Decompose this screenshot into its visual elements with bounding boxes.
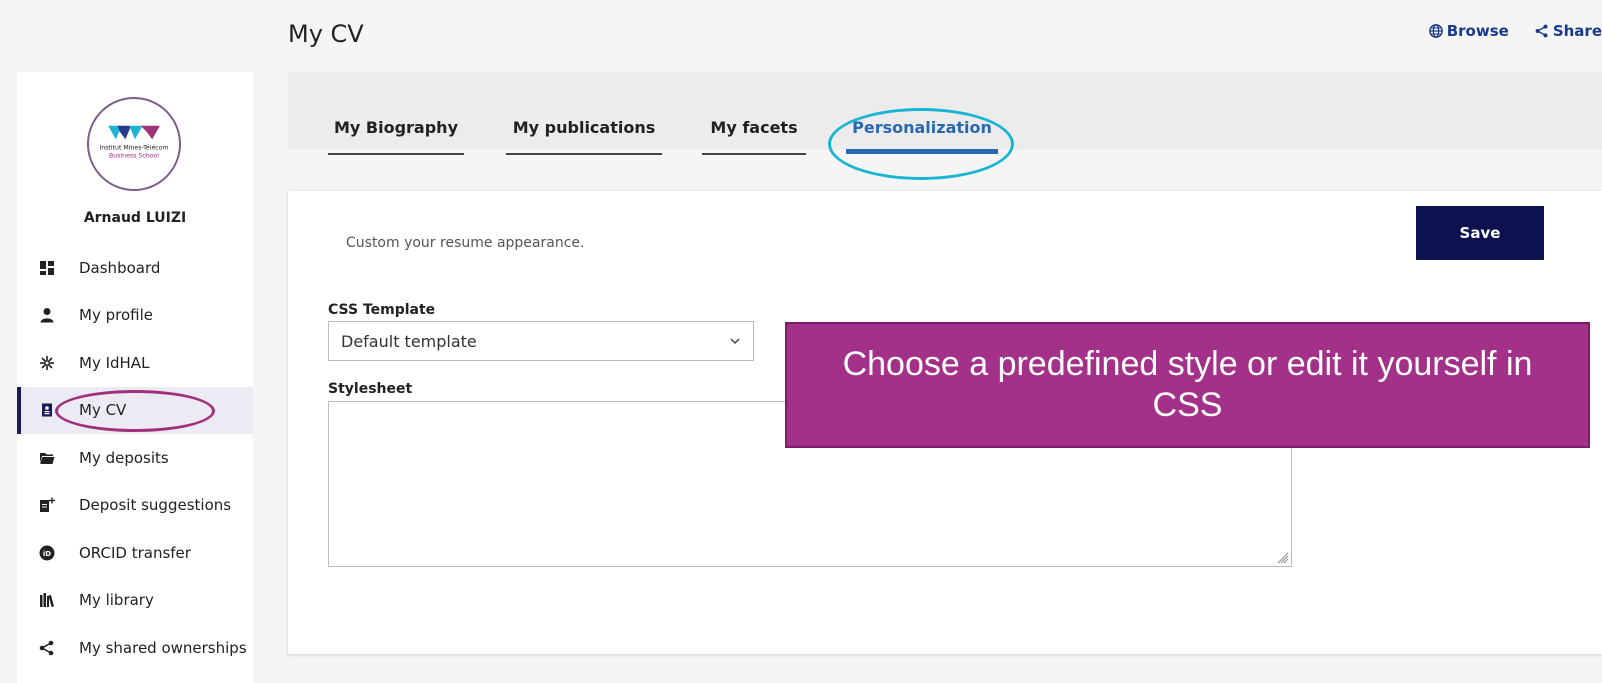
sidebar-item-label: Deposit suggestions	[79, 496, 232, 515]
sidebar-item-label: My library	[79, 591, 154, 610]
cv-icon	[39, 402, 55, 418]
tab-my-biography[interactable]: My Biography	[328, 118, 464, 155]
sidebar-item-orcid-transfer[interactable]: iD ORCID transfer	[17, 529, 253, 577]
idhal-icon	[39, 355, 55, 371]
sidebar-item-my-shared-ownerships[interactable]: My shared ownerships	[17, 624, 253, 672]
sidebar-item-dashboard[interactable]: Dashboard	[17, 244, 253, 292]
page-title: My CV	[288, 20, 364, 48]
sidebar-item-label: My shared ownerships	[79, 638, 247, 657]
user-icon	[39, 307, 55, 323]
browse-label: Browse	[1446, 22, 1509, 40]
share-icon	[39, 640, 55, 656]
sidebar-item-my-profile[interactable]: My profile	[17, 292, 253, 340]
css-template-label: CSS Template	[328, 302, 436, 318]
svg-text:iD: iD	[43, 550, 51, 558]
sidebar-item-label: My CV	[79, 401, 127, 420]
css-template-value: Default template	[341, 331, 477, 351]
save-button[interactable]: Save	[1416, 206, 1544, 260]
globe-icon	[1428, 24, 1443, 38]
top-links: Browse Share	[1428, 22, 1602, 40]
sidebar-item-label: My profile	[79, 306, 153, 325]
folder-icon	[39, 450, 55, 466]
sidebar-item-my-deposits[interactable]: My deposits	[17, 434, 253, 482]
logo-text-line2: Business School	[109, 152, 159, 159]
sidebar-item-my-library[interactable]: My library	[17, 577, 253, 625]
sidebar: Institut Mines-Télécom Business School A…	[17, 72, 253, 683]
stylesheet-label: Stylesheet	[328, 381, 413, 397]
page: My CV Browse Share Institut Mines-Téléco…	[0, 0, 1602, 683]
user-name: Arnaud LUIZI	[83, 210, 187, 226]
sidebar-item-label: ORCID transfer	[79, 543, 191, 562]
sidebar-item-my-idhal[interactable]: My IdHAL	[17, 339, 253, 387]
orcid-icon: iD	[39, 545, 55, 561]
share-link[interactable]: Share	[1535, 22, 1602, 40]
sidebar-item-my-cv[interactable]: My CV	[17, 386, 253, 434]
tab-personalization[interactable]: Personalization	[846, 118, 998, 154]
sidebar-nav: Dashboard My profile My IdHAL My CV My d…	[17, 244, 253, 672]
sidebar-item-deposit-suggestions[interactable]: Deposit suggestions	[17, 482, 253, 530]
avatar: Institut Mines-Télécom Business School	[87, 97, 181, 191]
tab-my-publications[interactable]: My publications	[506, 118, 662, 155]
css-template-select[interactable]: Default template	[328, 321, 754, 361]
sidebar-item-label: Dashboard	[79, 258, 161, 277]
tab-my-facets[interactable]: My facets	[702, 118, 806, 155]
chevron-down-icon	[730, 338, 740, 345]
sidebar-item-label: My deposits	[79, 448, 169, 467]
dashboard-icon	[39, 260, 55, 276]
file-plus-icon	[39, 497, 55, 513]
browse-link[interactable]: Browse	[1428, 22, 1509, 40]
library-icon	[39, 592, 55, 608]
sidebar-item-label: My IdHAL	[79, 353, 150, 372]
share-icon	[1535, 24, 1548, 38]
share-label: Share	[1552, 22, 1602, 40]
resize-grip-icon[interactable]	[1275, 550, 1289, 564]
logo-text-line1: Institut Mines-Télécom	[99, 144, 168, 152]
description-text: Custom your resume appearance.	[346, 235, 585, 251]
institution-logo: Institut Mines-Télécom Business School	[99, 125, 169, 159]
annotation-callout: Choose a predefined style or edit it you…	[785, 322, 1590, 448]
